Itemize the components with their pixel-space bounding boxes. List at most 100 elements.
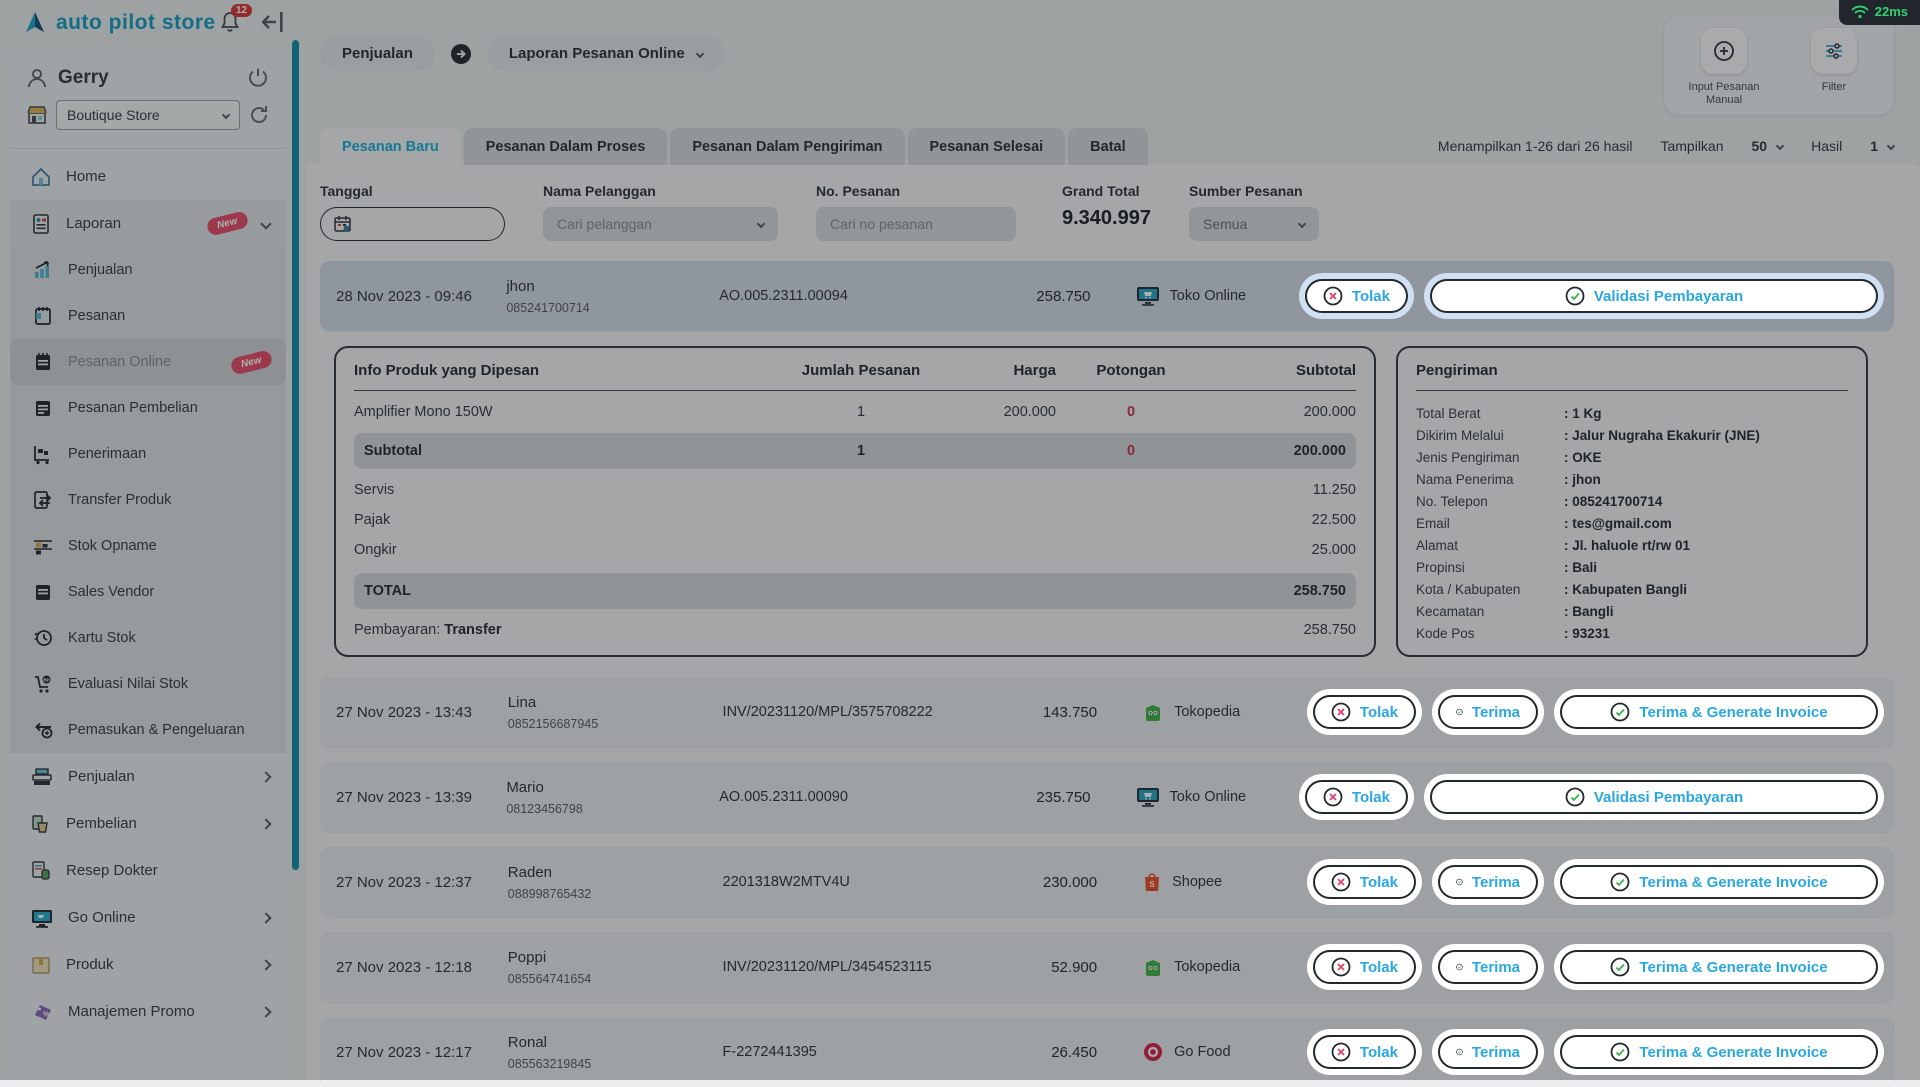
user-icon <box>26 67 48 89</box>
sidebar-item-penerimaan[interactable]: Penerimaan <box>10 431 286 477</box>
page-select[interactable]: 1 <box>1870 138 1894 154</box>
sidebar-item-produk[interactable]: Produk <box>10 941 286 988</box>
order-number: INV/20231120/MPL/3454523115 <box>723 959 993 975</box>
collapse-sidebar-button[interactable] <box>262 12 288 32</box>
sidebar-item-resep-dokter[interactable]: Resep Dokter <box>10 847 286 894</box>
order-number-input[interactable] <box>816 207 1016 241</box>
order-total: 230.000 <box>992 874 1097 891</box>
order-date: 27 Nov 2023 - 12:37 <box>336 874 508 891</box>
order-number: AO.005.2311.00090 <box>719 789 986 805</box>
terima-generate-invoice-button[interactable]: Terima & Generate Invoice <box>1560 865 1878 899</box>
sidebar-item-transfer-produk[interactable]: Transfer Produk <box>10 477 286 523</box>
tolak-button[interactable]: Tolak <box>1305 780 1408 814</box>
terima-generate-invoice-button[interactable]: Terima & Generate Invoice <box>1560 695 1878 729</box>
sidebar-item-label: Home <box>66 168 270 185</box>
terima-button[interactable]: Terima <box>1438 695 1538 729</box>
per-page-select[interactable]: 50 <box>1752 138 1784 154</box>
sidebar-item-sales-vendor[interactable]: Sales Vendor <box>10 569 286 615</box>
shipping-row: AlamatJl. haluole rt/rw 01 <box>1416 535 1848 557</box>
order-date: 27 Nov 2023 - 12:17 <box>336 1044 508 1061</box>
store-selector[interactable]: Boutique Store <box>56 100 240 130</box>
sidebar-item-stok-opname[interactable]: Stok Opname <box>10 523 286 569</box>
pagination-showing: Menampilkan 1-26 dari 26 hasil <box>1438 138 1633 154</box>
breadcrumb-label: Penjualan <box>342 45 413 62</box>
order-row[interactable]: 27 Nov 2023 - 12:17 Ronal 085563219845 F… <box>320 1017 1894 1087</box>
order-total: 52.900 <box>992 959 1097 976</box>
order-row[interactable]: 27 Nov 2023 - 12:37 Raden 088998765432 2… <box>320 847 1894 917</box>
order-row-selected[interactable]: 28 Nov 2023 - 09:46 jhon 085241700714 AO… <box>320 261 1894 331</box>
tolak-button[interactable]: Tolak <box>1305 279 1408 313</box>
toko-online-icon <box>1136 285 1160 307</box>
tab-pesanan-dalam-proses[interactable]: Pesanan Dalam Proses <box>464 128 668 166</box>
terima-generate-invoice-button[interactable]: Terima & Generate Invoice <box>1560 1035 1878 1069</box>
content-scroll-accent[interactable] <box>292 40 299 870</box>
source-select[interactable]: Semua <box>1189 207 1319 241</box>
chevron-down-icon <box>1298 220 1306 228</box>
validasi-pembayaran-button[interactable]: Validasi Pembayaran <box>1430 780 1878 814</box>
sidebar-item-penjualan[interactable]: Penjualan <box>10 753 286 800</box>
home-icon <box>30 166 52 188</box>
breadcrumb-laporan-pesanan-online[interactable]: Laporan Pesanan Online <box>487 36 725 71</box>
sidebar-item-pembelian[interactable]: Pembelian <box>10 800 286 847</box>
sidebar-item-pesanan[interactable]: Pesanan <box>10 293 286 339</box>
tab-batal[interactable]: Batal <box>1068 128 1147 166</box>
reject-x-icon <box>1331 957 1351 977</box>
sidebar-item-home[interactable]: Home <box>10 153 286 200</box>
check-circle-icon <box>1456 702 1463 722</box>
filter-sumber-pesanan: Sumber Pesanan Semua <box>1189 183 1319 241</box>
logout-power-icon[interactable] <box>246 66 270 90</box>
terima-button[interactable]: Terima <box>1438 865 1538 899</box>
sidebar-item-laporan[interactable]: Laporan New <box>10 200 286 247</box>
sidebar-item-manajemen-promo[interactable]: % Manajemen Promo <box>10 988 286 1035</box>
new-badge: New <box>230 349 273 375</box>
online-order-icon <box>32 351 54 373</box>
sidebar-item-evaluasi-nilai-stok[interactable]: RP Evaluasi Nilai Stok <box>10 661 286 707</box>
sidebar-item-pesanan-pembelian[interactable]: Pesanan Pembelian <box>10 385 286 431</box>
date-input[interactable] <box>320 207 505 241</box>
shipping-card: Pengiriman Total Berat1 Kg Dikirim Melal… <box>1396 346 1868 657</box>
reject-x-icon <box>1323 787 1343 807</box>
order-actions: Tolak Terima Terima & Generate Invoice <box>1307 944 1884 990</box>
terima-button[interactable]: Terima <box>1438 1035 1538 1069</box>
chevron-down-icon <box>1776 142 1784 150</box>
sidebar-item-penjualan-laporan[interactable]: Penjualan <box>10 247 286 293</box>
order-row[interactable]: 27 Nov 2023 - 13:43 Lina 0852156687945 I… <box>320 677 1894 747</box>
sidebar-item-pemasukan-pengeluaran[interactable]: Pemasukan & Pengeluaran <box>10 707 286 753</box>
order-date: 27 Nov 2023 - 13:43 <box>336 704 508 721</box>
customer-phone: 0852156687945 <box>508 717 723 731</box>
customer-select[interactable]: Cari pelanggan <box>543 207 778 241</box>
tolak-button[interactable]: Tolak <box>1313 950 1416 984</box>
sidebar-item-go-online[interactable]: Go Online <box>10 894 286 941</box>
order-source: Tokopedia <box>1174 704 1240 720</box>
customer-name: Poppi <box>508 949 723 966</box>
tab-pesanan-baru[interactable]: Pesanan Baru <box>320 128 461 166</box>
breadcrumb-penjualan[interactable]: Penjualan <box>320 36 435 71</box>
sidebar-item-pesanan-online[interactable]: Pesanan Online New <box>10 339 286 385</box>
shipping-row: Total Berat1 Kg <box>1416 403 1848 425</box>
terima-button[interactable]: Terima <box>1438 950 1538 984</box>
tolak-button[interactable]: Tolak <box>1313 695 1416 729</box>
cashflow-arrows-icon <box>32 719 54 741</box>
filter-no-pesanan: No. Pesanan <box>816 183 1016 241</box>
tolak-button[interactable]: Tolak <box>1313 865 1416 899</box>
customer-name: Lina <box>508 694 723 711</box>
order-row[interactable]: 27 Nov 2023 - 12:18 Poppi 085564741654 I… <box>320 932 1894 1002</box>
gofood-icon <box>1142 1041 1164 1063</box>
sidebar-item-kartu-stok[interactable]: Kartu Stok <box>10 615 286 661</box>
input-pesanan-manual-button[interactable]: Input Pesanan Manual <box>1686 28 1762 107</box>
sidebar-item-label: Go Online <box>68 909 248 926</box>
product-price: 200.000 <box>936 404 1056 420</box>
terima-generate-invoice-button[interactable]: Terima & Generate Invoice <box>1560 950 1878 984</box>
validasi-pembayaran-button[interactable]: Validasi Pembayaran <box>1430 279 1878 313</box>
tab-pesanan-dalam-pengiriman[interactable]: Pesanan Dalam Pengiriman <box>670 128 904 166</box>
notifications-button[interactable]: 12 <box>218 10 242 34</box>
order-actions: Tolak Terima Terima & Generate Invoice <box>1307 1029 1884 1075</box>
customer-select-placeholder: Cari pelanggan <box>557 216 652 232</box>
product-name: Amplifier Mono 150W <box>354 404 786 420</box>
order-row[interactable]: 27 Nov 2023 - 13:39 Mario 08123456798 AO… <box>320 762 1894 832</box>
tab-pesanan-selesai[interactable]: Pesanan Selesai <box>908 128 1066 166</box>
refresh-icon[interactable] <box>248 104 270 126</box>
tolak-button[interactable]: Tolak <box>1313 1035 1416 1069</box>
grand-total: Grand Total 9.340.997 <box>1062 183 1151 241</box>
filter-button[interactable]: Filter <box>1796 28 1872 107</box>
